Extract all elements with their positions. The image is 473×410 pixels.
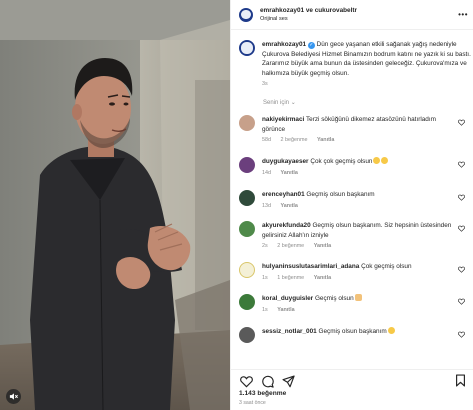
- comment-meta: 2s 2 beğenme Yanıtla: [262, 242, 452, 252]
- commenter-avatar[interactable]: [239, 221, 255, 237]
- header-text: emrahkozay01 ve cukurovabeltr Orijinal s…: [260, 6, 357, 24]
- reply-button[interactable]: Yanıtla: [317, 137, 334, 143]
- heart-icon: [239, 375, 253, 388]
- comment-item: hulyaninsuslutasarimlari_adana Çok geçmi…: [239, 262, 471, 283]
- share-icon: [281, 374, 295, 387]
- comment-username[interactable]: hulyaninsuslutasarimlari_adana: [262, 263, 359, 270]
- reply-button[interactable]: Yanıtla: [314, 275, 331, 281]
- comment-text: Çok çok geçmiş olsun: [310, 158, 373, 165]
- comment-body: nakiyekirmaci Terzi söküğünü dikemez ata…: [262, 115, 452, 146]
- video-frame: [0, 0, 230, 410]
- like-heart-icon[interactable]: [458, 194, 465, 201]
- comment-meta: 58d 2 beğenme Yanıtla: [262, 136, 452, 146]
- comment-username[interactable]: erenceyhan01: [262, 191, 305, 198]
- comment-body: akyurekfunda20 Geçmiş olsun başkanım. Si…: [262, 221, 452, 252]
- for-you-label[interactable]: Senin için ⌄: [263, 99, 296, 106]
- comment-icon: [261, 375, 274, 388]
- clapping-hands-emoji-icon: [354, 294, 362, 301]
- commenter-avatar[interactable]: [239, 190, 255, 206]
- comment-meta: 1s Yanıtla: [262, 306, 452, 316]
- post-dialog: emrahkozay01 ve cukurovabeltr Orijinal s…: [0, 0, 473, 410]
- comment-item: erenceyhan01 Geçmiş olsun başkanım 13d Y…: [239, 190, 471, 211]
- reply-button[interactable]: Yanıtla: [314, 243, 331, 249]
- post-header: emrahkozay01 ve cukurovabeltr Orijinal s…: [231, 0, 473, 30]
- comment-time: 1s: [262, 274, 268, 281]
- reply-button[interactable]: Yanıtla: [281, 203, 298, 209]
- comment-time: 14d: [262, 169, 271, 176]
- video-player[interactable]: [0, 0, 230, 410]
- for-you-text: Senin için: [263, 100, 290, 106]
- emoji-icon: [387, 327, 395, 334]
- author-avatar[interactable]: [239, 7, 253, 22]
- comment-meta: 14d Yanıtla: [262, 169, 452, 179]
- comment-text: Geçmiş olsun başkanım: [306, 191, 375, 198]
- commenter-avatar[interactable]: [239, 262, 255, 278]
- verified-badge-icon: ✓: [307, 42, 315, 49]
- comment-username[interactable]: nakiyekirmaci: [262, 116, 304, 123]
- post-side-panel: emrahkozay01 ve cukurovabeltr Orijinal s…: [230, 0, 473, 410]
- save-button[interactable]: [454, 374, 468, 388]
- comment-username[interactable]: akyurekfunda20: [262, 222, 311, 229]
- post-time: 3 saat önce: [239, 400, 266, 406]
- comment-text: Geçmiş olsun: [314, 295, 354, 302]
- commenter-avatar[interactable]: [239, 115, 255, 131]
- comment-time: 1s: [262, 306, 268, 313]
- comment-likes[interactable]: 2 beğenme: [281, 137, 308, 143]
- comment-likes[interactable]: 2 beğenme: [277, 243, 304, 249]
- caption-avatar[interactable]: [239, 40, 255, 56]
- post-actions: 1.143 beğenme 3 saat önce: [231, 369, 473, 410]
- header-title[interactable]: emrahkozay01 ve cukurovabeltr: [260, 6, 357, 15]
- likes-count[interactable]: 1.143 beğenme: [239, 390, 286, 397]
- action-icons: [239, 374, 302, 388]
- comment-text: Geçmiş olsun başkanım: [318, 328, 387, 335]
- comments-feed[interactable]: emrahkozay01 ✓ Dün gece yaşanan etkili s…: [231, 31, 473, 370]
- comment-time: 58d: [262, 137, 271, 143]
- commenter-avatar[interactable]: [239, 157, 255, 173]
- caption-time: 3s: [262, 81, 268, 87]
- comment-item: nakiyekirmaci Terzi söküğünü dikemez ata…: [239, 115, 471, 146]
- comment-meta: 1s 1 beğenme Yanıtla: [262, 274, 452, 284]
- comment-time: 2s: [262, 243, 268, 249]
- caption-body: emrahkozay01 ✓ Dün gece yaşanan etkili s…: [262, 40, 471, 90]
- like-heart-icon[interactable]: [458, 331, 465, 338]
- like-heart-icon[interactable]: [458, 225, 465, 232]
- comment-username[interactable]: koral_duyguisler: [262, 295, 313, 302]
- commenter-avatar[interactable]: [239, 294, 255, 310]
- comment-username[interactable]: duygukayaeser: [262, 158, 309, 165]
- comment-username[interactable]: sessiz_notlar_001: [262, 328, 317, 335]
- share-button[interactable]: [281, 374, 295, 388]
- chevron-down-icon: ⌄: [290, 100, 296, 106]
- commenter-avatar[interactable]: [239, 327, 255, 343]
- audio-label[interactable]: Orijinal ses: [260, 15, 357, 24]
- like-heart-icon[interactable]: [458, 119, 465, 126]
- comment-body: hulyaninsuslutasarimlari_adana Çok geçmi…: [262, 262, 452, 283]
- caption-username[interactable]: emrahkozay01: [262, 41, 306, 48]
- like-button[interactable]: [239, 374, 253, 388]
- reply-button[interactable]: Yanıtla: [277, 307, 294, 313]
- comment-time: 13d: [262, 202, 271, 209]
- more-options-icon[interactable]: •••: [458, 10, 468, 19]
- comment-text: Çok geçmiş olsun: [361, 263, 412, 270]
- comment-item: sessiz_notlar_001 Geçmiş olsun başkanım: [239, 327, 471, 343]
- comment-item: duygukayaeser Çok çok geçmiş olsun 14d Y…: [239, 157, 471, 178]
- reply-button[interactable]: Yanıtla: [281, 170, 298, 176]
- emoji-icon: [381, 157, 389, 164]
- emoji-icon: [373, 157, 381, 164]
- like-heart-icon[interactable]: [458, 298, 465, 305]
- bookmark-icon: [456, 374, 465, 387]
- comment-meta: 13d Yanıtla: [262, 202, 452, 212]
- comment-body: erenceyhan01 Geçmiş olsun başkanım 13d Y…: [262, 190, 452, 211]
- comment-body: sessiz_notlar_001 Geçmiş olsun başkanım: [262, 327, 452, 343]
- like-heart-icon[interactable]: [458, 161, 465, 168]
- comment-item: akyurekfunda20 Geçmiş olsun başkanım. Si…: [239, 221, 471, 252]
- comment-button[interactable]: [260, 374, 274, 388]
- comment-body: duygukayaeser Çok çok geçmiş olsun 14d Y…: [262, 157, 452, 178]
- like-heart-icon[interactable]: [458, 266, 465, 273]
- post-caption: emrahkozay01 ✓ Dün gece yaşanan etkili s…: [239, 40, 471, 90]
- speaker-off-icon: [9, 393, 18, 400]
- comment-body: koral_duyguisler Geçmiş olsun 1s Yanıtla: [262, 294, 452, 315]
- comment-item: koral_duyguisler Geçmiş olsun 1s Yanıtla: [239, 294, 471, 315]
- comment-likes[interactable]: 1 beğenme: [277, 275, 304, 281]
- mute-button[interactable]: [6, 389, 21, 404]
